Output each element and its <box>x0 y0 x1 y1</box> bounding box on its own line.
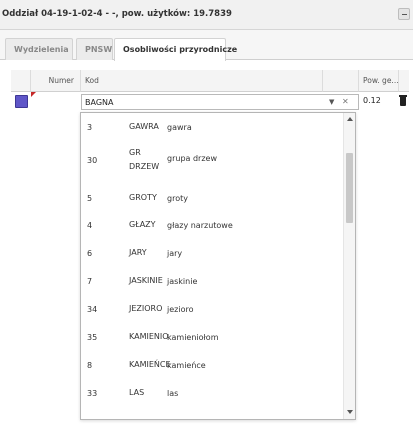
option-code: 34 <box>87 305 98 314</box>
tab-wydzielenia[interactable]: Wydzielenia <box>5 38 73 60</box>
option-short: GAWRA <box>129 122 159 131</box>
column-header-blank <box>323 70 359 92</box>
table-row[interactable]: ▼ ✕ 0.12 <box>11 92 409 112</box>
list-item[interactable]: 33 LAS las <box>81 385 343 403</box>
option-long: głazy narzutowe <box>167 221 233 230</box>
chevron-down-icon[interactable]: ▼ <box>329 98 334 106</box>
option-short: GR DRZEW <box>129 148 160 171</box>
option-long: kamieńce <box>167 361 206 370</box>
option-long: jaskinie <box>167 277 198 286</box>
column-header-kod[interactable]: Kod <box>81 70 323 92</box>
option-long: groty <box>167 194 188 203</box>
kod-combobox[interactable]: ▼ ✕ <box>81 94 359 110</box>
arrow-down-icon[interactable] <box>347 410 353 414</box>
column-header-pow[interactable]: Pow. ge... <box>359 70 399 92</box>
tab-bar: Wydzielenia PNSW Osobliwości przyrodnicz… <box>0 30 413 61</box>
list-item[interactable]: 4 GŁAZY głazy narzutowe <box>81 217 343 235</box>
option-short: KAMIENIO <box>129 332 169 341</box>
option-long: jezioro <box>167 305 194 314</box>
list-item[interactable]: 7 JASKINIE jaskinie <box>81 273 343 291</box>
option-long: gawra <box>167 123 192 132</box>
option-short: GŁAZY <box>129 220 156 229</box>
minimize-icon[interactable] <box>398 8 410 20</box>
list-item[interactable]: 30 GR DRZEW grupa drzew <box>81 144 343 180</box>
panel-header: Oddział 04-19-1-02-4 - -, pow. użytków: … <box>0 0 413 30</box>
arrow-up-icon[interactable] <box>347 117 353 121</box>
option-code: 3 <box>87 123 93 132</box>
kod-dropdown-list: 3 GAWRA gawra 30 GR DRZEW grupa drzew 5 … <box>80 112 356 420</box>
option-code: 33 <box>87 389 98 398</box>
option-code: 30 <box>87 156 98 165</box>
option-short: LAS <box>129 388 145 397</box>
tab-pnsw[interactable]: PNSW <box>76 38 113 60</box>
option-short: JEZIORO <box>129 304 163 313</box>
list-item[interactable]: 5 GROTY groty <box>81 190 343 208</box>
scrollbar-thumb[interactable] <box>346 153 353 223</box>
trash-icon[interactable] <box>399 95 407 106</box>
option-short: KAMIEŃCE <box>129 360 171 369</box>
option-short: GROTY <box>129 193 157 202</box>
option-short: JASKINIE <box>129 276 163 285</box>
column-header-check <box>11 70 31 92</box>
tab-osobliwosci-przyrodnicze[interactable]: Osobliwości przyrodnicze <box>114 38 237 61</box>
dropdown-scrollbar[interactable] <box>343 113 355 419</box>
dirty-flag-icon <box>31 92 36 97</box>
option-code: 35 <box>87 333 98 342</box>
list-item[interactable]: 6 JARY jary <box>81 245 343 263</box>
option-long: kamieniołom <box>167 333 219 342</box>
list-item[interactable]: 8 KAMIEŃCE kamieńce <box>81 357 343 375</box>
option-short: JARY <box>129 248 147 257</box>
option-long: las <box>167 389 179 398</box>
column-header-numer[interactable]: Numer <box>31 70 81 92</box>
panel-title: Oddział 04-19-1-02-4 - -, pow. użytków: … <box>2 9 232 19</box>
option-long: jary <box>167 249 183 258</box>
list-item[interactable]: 3 GAWRA gawra <box>81 119 343 137</box>
close-icon[interactable]: ✕ <box>342 97 349 106</box>
option-long: grupa drzew <box>167 154 217 163</box>
list-item[interactable]: 34 JEZIORO jezioro <box>81 301 343 319</box>
list-item[interactable]: 35 KAMIENIO kamieniołom <box>81 329 343 347</box>
panel: Oddział 04-19-1-02-4 - -, pow. użytków: … <box>0 0 413 446</box>
option-code: 8 <box>87 361 93 370</box>
option-code: 5 <box>87 194 93 203</box>
option-code: 7 <box>87 277 93 286</box>
pow-value: 0.12 <box>363 96 381 105</box>
dropdown-options: 3 GAWRA gawra 30 GR DRZEW grupa drzew 5 … <box>81 113 343 419</box>
column-header-end <box>399 70 409 92</box>
row-color-checkbox[interactable] <box>15 95 28 108</box>
option-code: 6 <box>87 249 93 258</box>
kod-input[interactable] <box>82 95 332 109</box>
option-code: 4 <box>87 221 93 230</box>
